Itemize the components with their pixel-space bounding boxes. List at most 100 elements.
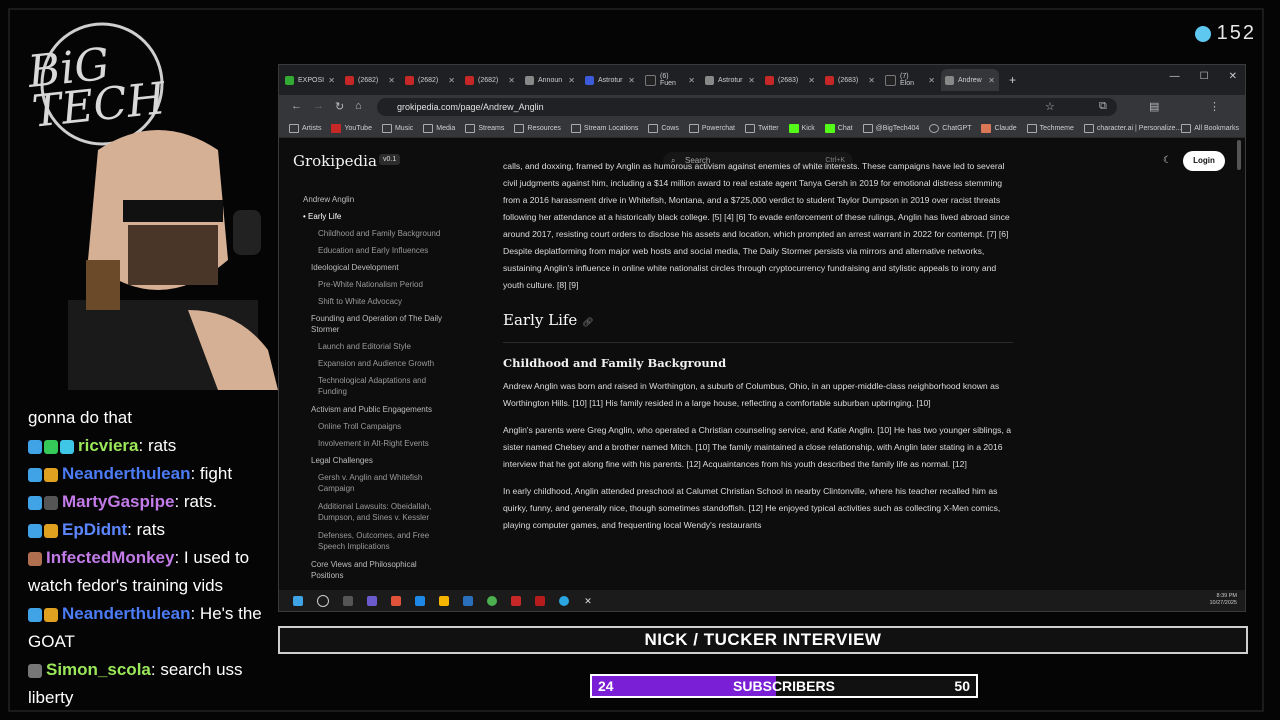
menu-icon[interactable]: ⋮: [1209, 100, 1220, 113]
reload-icon[interactable]: ↻: [335, 100, 344, 113]
chat-username[interactable]: InfectedMonkey: [46, 548, 174, 567]
browser-tab-active[interactable]: Andrew ✕: [941, 69, 999, 91]
browser-tab[interactable]: (6) Fuen ✕: [641, 69, 699, 91]
subsection-heading: Childhood and Family Background: [503, 356, 727, 370]
toc-item[interactable]: Expansion and Audience Growth: [318, 358, 434, 369]
badge-icon: [28, 551, 42, 566]
obs-icon[interactable]: [511, 596, 521, 606]
bookmark-item[interactable]: Claude: [981, 123, 1017, 133]
maximize-icon[interactable]: ☐: [1200, 71, 1209, 82]
toc-item[interactable]: Technological Adaptations and Funding: [318, 375, 448, 397]
scrollbar[interactable]: [1237, 140, 1241, 170]
claude-icon: [981, 123, 992, 133]
windows-start-icon[interactable]: [293, 596, 303, 606]
chrome-icon[interactable]: [487, 596, 497, 606]
toc-item[interactable]: Involvement in Alt-Right Events: [318, 438, 429, 449]
badge-icon: [28, 467, 42, 482]
browser-tab[interactable]: (2682) ✕: [401, 69, 459, 91]
toc-item[interactable]: Launch and Editorial Style: [318, 341, 411, 352]
link-icon[interactable]: 🔗︎: [582, 318, 593, 328]
app-icon[interactable]: [367, 596, 377, 606]
toc-item[interactable]: Education and Early Influences: [318, 245, 428, 256]
bookmark-item[interactable]: Chat: [824, 123, 853, 133]
bookmark-item[interactable]: Resources: [514, 123, 561, 133]
steam-icon[interactable]: [463, 596, 473, 606]
minimize-icon[interactable]: —: [1170, 71, 1180, 82]
new-tab-icon[interactable]: +: [1009, 73, 1016, 87]
browser-tab[interactable]: (2683) ✕: [761, 69, 819, 91]
file-explorer-icon[interactable]: [439, 596, 449, 606]
task-view-icon[interactable]: [343, 596, 353, 606]
bookmark-item[interactable]: Kick: [788, 123, 815, 133]
toc-item[interactable]: Andrew Anglin: [303, 194, 354, 205]
chat-badges: [28, 607, 58, 622]
close-window-icon[interactable]: ✕: [1229, 71, 1237, 82]
all-bookmarks[interactable]: All Bookmarks: [1181, 123, 1239, 133]
bookmark-item[interactable]: Artists: [289, 123, 321, 133]
app-icon[interactable]: [391, 596, 401, 606]
bookmark-item[interactable]: Streams: [465, 123, 504, 133]
bookmark-item[interactable]: Powerchat: [688, 123, 735, 133]
bookmark-item[interactable]: ChatGPT: [929, 123, 971, 133]
address-bar[interactable]: grokipedia.com/page/Andrew_Anglin: [377, 98, 1117, 116]
browser-tab[interactable]: (7) Elon ✕: [881, 69, 939, 91]
toc-item[interactable]: Childhood and Family Background: [318, 228, 440, 239]
toc-item[interactable]: Legal Challenges: [311, 455, 373, 466]
toc-item[interactable]: Defenses, Outcomes, and Free Speech Impl…: [318, 530, 448, 552]
bookmark-item[interactable]: Stream Locations: [570, 123, 638, 133]
article-paragraph: Andrew Anglin was born and raised in Wor…: [503, 381, 1000, 408]
extensions-icon[interactable]: ⧉: [1099, 100, 1107, 113]
login-button[interactable]: Login: [1183, 151, 1225, 171]
chat-username[interactable]: EpDidnt: [62, 520, 127, 539]
theme-toggle-icon[interactable]: ☾: [1163, 155, 1172, 166]
search-icon[interactable]: [317, 595, 329, 607]
folder-icon: [289, 123, 299, 133]
bookmark-item[interactable]: Techmeme: [1026, 123, 1074, 133]
chat-username[interactable]: Neanderthulean: [62, 604, 190, 623]
browser-tab[interactable]: Announ ✕: [521, 69, 579, 91]
browser-tab[interactable]: Astrotur ✕: [701, 69, 759, 91]
toc-item-active[interactable]: • Early Life: [303, 211, 341, 222]
chat-username[interactable]: ricviera: [78, 436, 139, 455]
toc-item[interactable]: Pre-White Nationalism Period: [318, 279, 423, 290]
bookmark-item[interactable]: Cows: [648, 123, 679, 133]
chat-username[interactable]: MartyGaspipe: [62, 492, 174, 511]
browser-tab[interactable]: (2683) ✕: [821, 69, 879, 91]
browser-tab[interactable]: (2682) ✕: [461, 69, 519, 91]
toc-item[interactable]: Activism and Public Engagements: [311, 404, 432, 415]
home-icon[interactable]: ⌂: [355, 100, 362, 112]
system-clock: 8:39 PM 10/27/2025: [1209, 593, 1237, 607]
chat-username[interactable]: Neanderthulean: [62, 464, 190, 483]
app-icon[interactable]: [415, 596, 425, 606]
browser-tab[interactable]: (2682) ✕: [341, 69, 399, 91]
subscriber-goal: 50: [954, 678, 970, 694]
toc-item[interactable]: Gersh v. Anglin and Whitefish Campaign: [318, 472, 448, 494]
youtube-icon: [405, 75, 414, 85]
back-icon[interactable]: ←: [291, 100, 302, 112]
browser-tab[interactable]: EXPOSI ✕: [281, 69, 339, 91]
app-icon[interactable]: [535, 596, 545, 606]
site-logo[interactable]: Grokipedia: [293, 152, 377, 170]
chat-text: : rats: [127, 520, 165, 539]
bookmark-item[interactable]: Media: [423, 123, 455, 133]
folder-icon: [648, 123, 659, 133]
toc-item[interactable]: Online Troll Campaigns: [318, 421, 401, 432]
telegram-icon[interactable]: [559, 596, 569, 606]
toc-item[interactable]: Shift to White Advocacy: [318, 296, 402, 307]
toc-item[interactable]: Founding and Operation of The Daily Stor…: [311, 313, 471, 335]
bookmark-item[interactable]: YouTube: [331, 123, 372, 133]
bookmark-item[interactable]: Music: [381, 123, 413, 133]
toc-item[interactable]: Additional Lawsuits: Obeidallah, Dumpson…: [318, 501, 458, 523]
sidebar-icon[interactable]: ▤: [1149, 100, 1159, 113]
bookmark-item[interactable]: Twitter: [744, 123, 779, 133]
toc-item[interactable]: Ideological Development: [311, 262, 399, 273]
forward-icon[interactable]: →: [313, 100, 324, 112]
chat-username[interactable]: Simon_scola: [46, 660, 151, 679]
bookmark-star-icon[interactable]: ☆: [1045, 100, 1055, 113]
chat-text: gonna do that: [28, 408, 132, 427]
x-icon[interactable]: ✕: [583, 596, 593, 606]
browser-tab[interactable]: Astrotur ✕: [581, 69, 639, 91]
bookmark-item[interactable]: character.ai | Personalize...: [1083, 123, 1181, 133]
bookmark-item[interactable]: @BigTech404: [862, 123, 919, 133]
toc-item[interactable]: Core Views and Philosophical Positions: [311, 559, 441, 581]
